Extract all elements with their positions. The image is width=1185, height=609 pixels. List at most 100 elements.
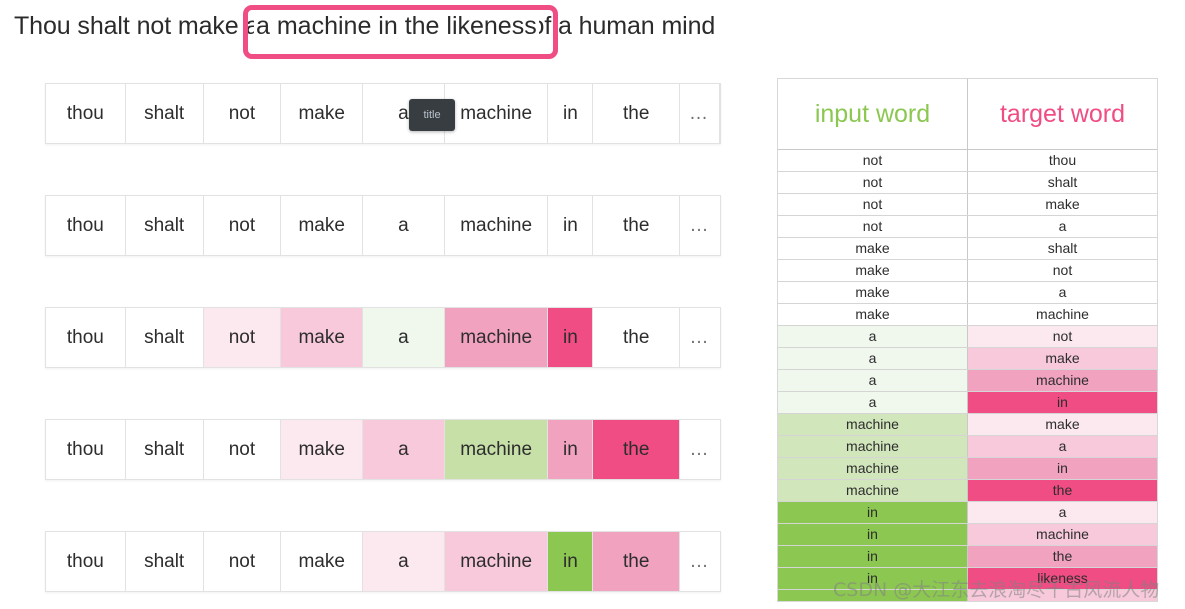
table-row: not shalt [778,171,1157,194]
table-row: a machine [778,369,1157,392]
word-cell[interactable]: make [281,84,364,143]
cell-input-word: in [778,545,968,568]
word-cell-ellipsis[interactable]: … [680,196,720,255]
word-cell[interactable]: in [548,84,594,143]
cell-target-word: machine [967,303,1157,326]
cell-input-word: a [778,325,968,348]
word-cell[interactable]: shalt [125,532,204,591]
word-cell[interactable]: thou [46,84,126,143]
screenshot-root: Thou shalt not make a machine in the lik… [0,0,1185,609]
word-cell[interactable]: the [593,308,681,367]
table-row: machine a [778,435,1157,458]
word-cell-ellipsis[interactable]: … [680,532,720,591]
table-row: make machine [778,303,1157,326]
word-cell[interactable]: a [363,532,445,591]
cell-input-word: not [778,193,968,216]
word-cell[interactable]: a [363,196,445,255]
word-cell[interactable]: machine [444,532,549,591]
cell-input-word: machine [778,435,968,458]
word-cell[interactable]: thou [46,308,126,367]
table-row: not make [778,193,1157,216]
word-cell[interactable]: not [203,532,282,591]
table-row: a make [778,347,1157,370]
io-table-body: not thou not shalt not make not a make shalt make n… [778,149,1157,601]
word-cell[interactable]: in [548,420,594,479]
word-cell[interactable]: make [281,420,364,479]
cell-input-word: machine [778,413,968,436]
cell-target-word: make [967,193,1157,216]
column-header-target-word: target word [967,79,1157,150]
table-row: in a [778,501,1157,524]
table-row: in the [778,545,1157,568]
word-cell[interactable]: make [281,196,364,255]
cell-target-word [967,589,1157,601]
cell-input-word: not [778,171,968,194]
word-cell[interactable]: not [203,420,282,479]
table-row: in machine [778,523,1157,546]
word-cell[interactable]: the [593,532,681,591]
cell-target-word: the [967,545,1157,568]
title-highlight-text: a machine in the likeness [254,12,539,41]
cell-input-word: make [778,303,968,326]
word-cell[interactable]: not [203,84,282,143]
table-row: a in [778,391,1157,414]
word-cell[interactable]: in [548,532,594,591]
cell-input-word: make [778,237,968,260]
sentence-row: thou shalt not make a machine in the… [45,419,721,480]
column-header-input-word: input word [778,79,968,150]
word-cell[interactable]: machine [444,84,549,143]
cell-target-word: in [967,457,1157,480]
table-row: machine the [778,479,1157,502]
table-row: in likeness [778,567,1157,590]
word-cell[interactable]: thou [46,420,126,479]
io-table-head: input word target word [778,79,1157,150]
table-row: machine make [778,413,1157,436]
table-row: make a [778,281,1157,304]
sentence-row: thou shalt not make a machine in the… [45,531,721,592]
word-cell[interactable]: shalt [125,420,204,479]
word-cell[interactable]: shalt [125,196,204,255]
word-cell[interactable]: in [548,308,594,367]
word-cell[interactable]: thou [46,196,126,255]
table-row: a not [778,325,1157,348]
table-row: not thou [778,149,1157,172]
cell-input-word: not [778,215,968,238]
table-row: make not [778,259,1157,282]
io-table-header-row: input word target word [778,79,1157,150]
word-cell[interactable]: a [363,308,445,367]
sentence-row: thou shalt not make a machine in the… title [45,83,721,144]
word-cell[interactable]: make [281,532,364,591]
word-cell[interactable]: shalt [125,84,204,143]
cell-target-word: not [967,259,1157,282]
word-cell[interactable]: machine [444,196,549,255]
table-row: machine in [778,457,1157,480]
word-cell-ellipsis[interactable]: … [680,308,720,367]
word-cell-ellipsis[interactable]: … [680,84,720,143]
cell-target-word: shalt [967,237,1157,260]
table-row [778,589,1157,601]
word-cell[interactable]: thou [46,532,126,591]
cell-target-word: make [967,347,1157,370]
table-row: not a [778,215,1157,238]
cell-target-word: a [967,281,1157,304]
word-cell[interactable]: a [363,420,445,479]
cell-target-word: thou [967,149,1157,172]
cell-input-word: in [778,523,968,546]
word-cell[interactable]: in [548,196,594,255]
word-cell[interactable]: not [203,308,282,367]
word-cell[interactable]: shalt [125,308,204,367]
cell-input-word: in [778,567,968,590]
cell-input-word: make [778,281,968,304]
cell-input-word: not [778,149,968,172]
word-cell[interactable]: the [593,420,681,479]
word-cell[interactable]: machine [444,308,549,367]
word-cell[interactable]: make [281,308,364,367]
cell-input-word: in [778,501,968,524]
cell-target-word: a [967,435,1157,458]
word-cell[interactable]: the [593,196,681,255]
word-cell[interactable]: not [203,196,282,255]
title-tooltip: title [409,99,455,131]
word-cell[interactable]: the [593,84,681,143]
word-cell[interactable]: machine [444,420,549,479]
word-cell-ellipsis[interactable]: … [680,420,720,479]
